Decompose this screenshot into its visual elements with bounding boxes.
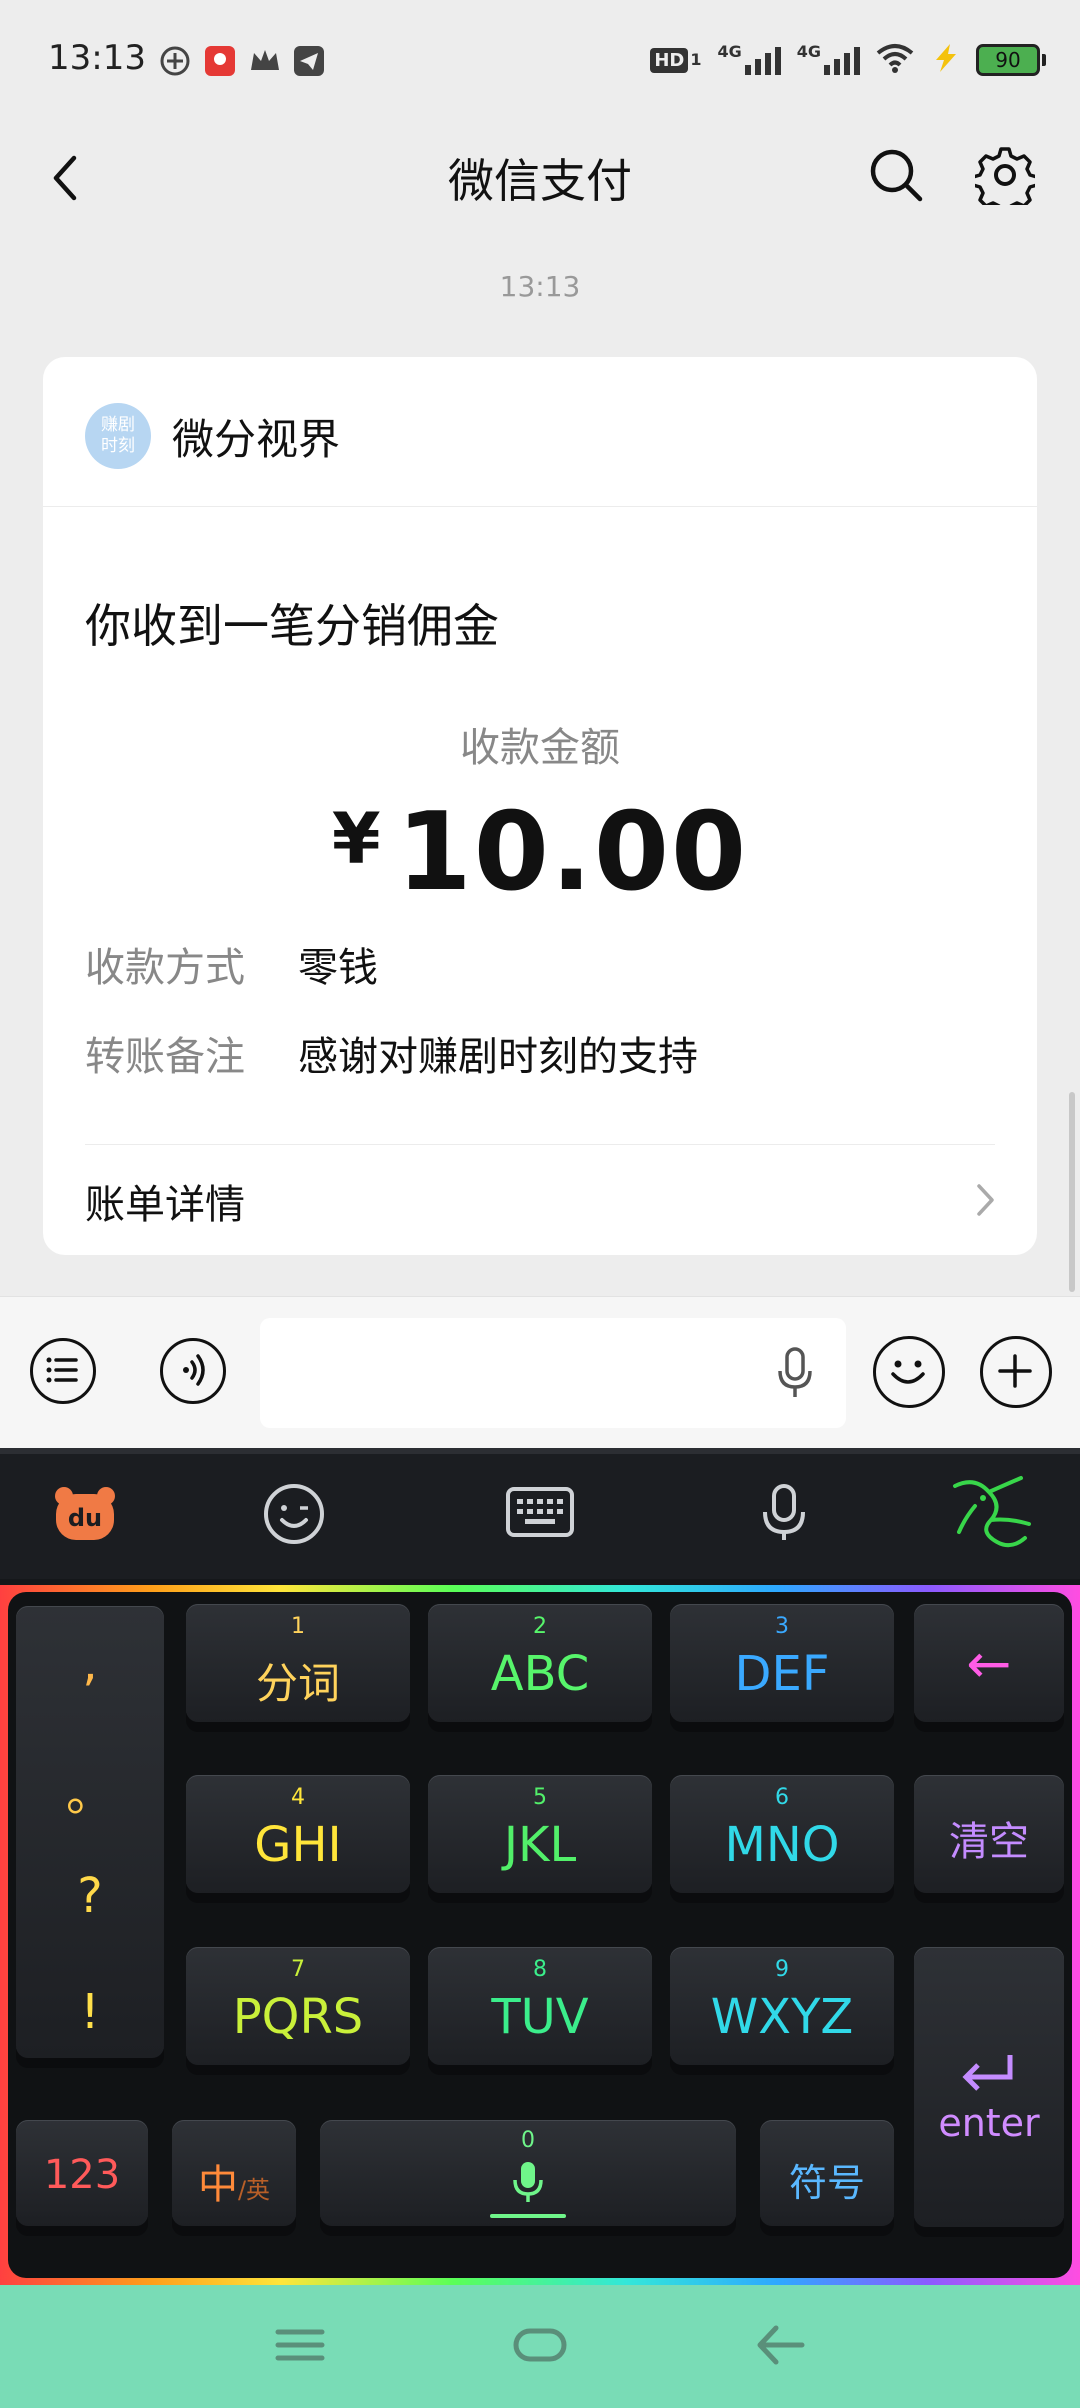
space-underline — [490, 2214, 566, 2218]
key-period[interactable]: 。 — [16, 1754, 164, 1824]
system-back-icon[interactable] — [752, 2318, 808, 2372]
battery-indicator: 90 — [976, 44, 1046, 76]
telegram-notification-icon — [292, 44, 326, 78]
settings-button[interactable] — [971, 145, 1039, 215]
bill-details-link[interactable]: 账单详情 — [85, 1172, 245, 1230]
transfer-note-value: 感谢对赚剧时刻的支持 — [298, 1034, 698, 1080]
status-time: 13:13 — [48, 38, 146, 78]
charging-icon — [930, 42, 960, 78]
status-indicators: HD 1 4G 4G 90 — [650, 42, 1046, 78]
number-mode-key[interactable]: 123 — [16, 2120, 148, 2226]
transfer-note-label: 转账备注 — [85, 1034, 245, 1080]
red-app-notification-icon — [203, 44, 237, 78]
key-6[interactable]: 6 MNO — [670, 1775, 894, 1893]
chat-timestamp: 13:13 — [499, 270, 581, 303]
key-2[interactable]: 2 ABC — [428, 1604, 652, 1722]
more-plus-button[interactable] — [980, 1336, 1052, 1408]
search-icon — [870, 149, 923, 202]
amount-number: 10.00 — [396, 790, 749, 915]
signal-icon — [744, 45, 781, 75]
voice-input-icon[interactable] — [754, 1480, 814, 1546]
menu-icon[interactable] — [272, 2320, 328, 2370]
key-3[interactable]: 3 DEF — [670, 1604, 894, 1722]
key-1[interactable]: 1 分词 — [186, 1604, 410, 1722]
card-headline: 你收到一笔分销佣金 — [85, 599, 499, 653]
razer-logo-icon[interactable] — [945, 1466, 1037, 1562]
input-mic-button[interactable] — [770, 1343, 820, 1403]
backspace-key[interactable]: ← — [914, 1604, 1064, 1722]
key-8[interactable]: 8 TUV — [428, 1947, 652, 2065]
sender-name[interactable]: 微分视界 — [172, 406, 340, 467]
home-icon[interactable] — [510, 2320, 570, 2370]
return-arrow-icon — [962, 2055, 1013, 2091]
search-button[interactable] — [866, 145, 926, 205]
wifi-icon — [876, 43, 914, 77]
payment-method-label: 收款方式 — [85, 945, 245, 991]
smiley-icon — [891, 1360, 925, 1384]
key-4[interactable]: 4 GHI — [186, 1775, 410, 1893]
divider — [43, 506, 1037, 507]
gear-icon — [971, 147, 1039, 215]
amount-label: 收款金额 — [460, 725, 620, 771]
keyboard-switch-icon[interactable] — [505, 1484, 575, 1540]
du-logo-icon[interactable]: du — [52, 1484, 118, 1544]
signal-icon — [824, 45, 860, 75]
enter-key[interactable]: enter — [914, 1947, 1064, 2227]
avatar[interactable]: 赚剧 时刻 — [85, 403, 151, 469]
app-notification-icon — [158, 44, 192, 78]
menu-list-button[interactable] — [30, 1338, 96, 1404]
crown-notification-icon — [248, 44, 282, 78]
language-switch-key[interactable]: 中/英 — [172, 2120, 296, 2226]
amount-value: ¥10.00 — [0, 790, 1080, 915]
key-comma[interactable]: , — [16, 1636, 164, 1692]
payment-method-value: 零钱 — [298, 945, 378, 991]
key-9[interactable]: 9 WXYZ — [670, 1947, 894, 2065]
key-5[interactable]: 5 JKL — [428, 1775, 652, 1893]
emoji-panel-icon[interactable] — [262, 1482, 326, 1546]
microphone-icon — [513, 2162, 543, 2202]
punctuation-key-column[interactable]: , 。 ? ! — [16, 1606, 164, 2058]
key-question[interactable]: ? — [16, 1868, 164, 1924]
key-7[interactable]: 7 PQRS — [186, 1947, 410, 2065]
scrollbar[interactable] — [1069, 1092, 1075, 1292]
voice-icon — [183, 1354, 205, 1386]
svg-text:du: du — [68, 1504, 102, 1532]
voice-mode-button[interactable] — [160, 1338, 226, 1404]
space-key[interactable]: 0 — [320, 2120, 736, 2226]
symbols-key[interactable]: 符号 — [760, 2120, 894, 2226]
plus-icon — [998, 1354, 1032, 1388]
key-exclamation[interactable]: ! — [16, 1984, 164, 2040]
message-input[interactable] — [260, 1318, 846, 1428]
hd-indicator: HD 1 — [650, 47, 701, 73]
sim2-signal: 4G — [797, 44, 860, 75]
list-icon — [46, 1357, 78, 1383]
divider — [85, 1144, 995, 1145]
chevron-right-icon[interactable] — [970, 1180, 1000, 1220]
microphone-icon — [778, 1347, 812, 1397]
clear-key[interactable]: 清空 — [914, 1775, 1064, 1893]
currency-symbol: ¥ — [331, 798, 383, 880]
emoji-button[interactable] — [873, 1336, 945, 1408]
sim1-signal: 4G — [717, 44, 781, 75]
